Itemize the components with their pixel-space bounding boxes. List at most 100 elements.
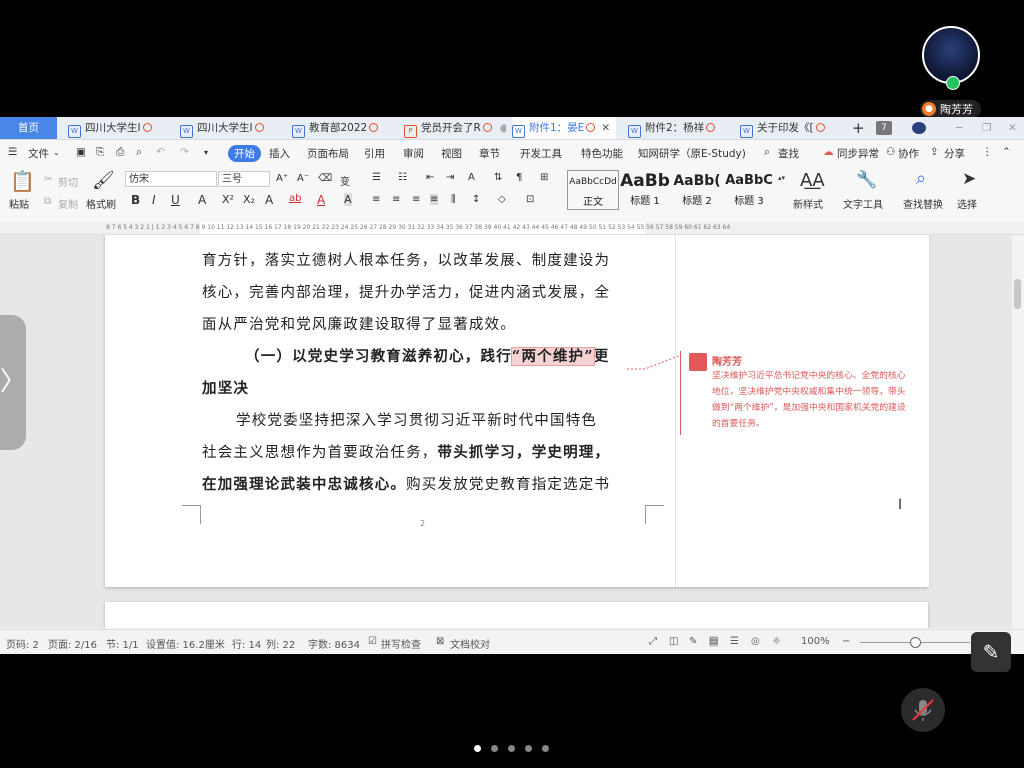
print-preview-icon[interactable]: ⌕ xyxy=(136,146,142,159)
font-size-select[interactable]: 三号 xyxy=(218,171,270,187)
style-heading-1[interactable]: AaBb 标题 1 xyxy=(620,170,670,210)
style-heading-3[interactable]: AaBbC 标题 3 xyxy=(724,170,774,210)
tab-doc-4[interactable]: P 党员开会了R ● xyxy=(404,117,506,139)
cut-icon[interactable]: ✂ xyxy=(44,174,52,185)
proofread-icon[interactable]: ⊠ xyxy=(436,636,444,647)
text-effect-icon[interactable]: A xyxy=(265,193,273,207)
status-pages[interactable]: 页面: 2/16 xyxy=(48,636,97,651)
decrease-indent-icon[interactable]: ⇤ xyxy=(426,172,434,183)
menu-chapter[interactable]: 章节 xyxy=(479,146,500,161)
menu-page-layout[interactable]: 页面布局 xyxy=(307,146,349,161)
distribute-icon[interactable]: ⫼ xyxy=(451,194,456,205)
paragraph-marks-icon[interactable]: ¶ xyxy=(516,172,522,183)
menu-references[interactable]: 引用 xyxy=(364,146,385,161)
tab-pin-icon[interactable]: ● xyxy=(500,122,506,134)
cut-button[interactable]: 剪切 xyxy=(58,174,78,189)
number-list-icon[interactable]: ☷ xyxy=(398,172,407,183)
write-mode-icon[interactable]: ✎ xyxy=(689,636,697,647)
more-icon[interactable]: ⋮ xyxy=(982,146,993,158)
outline-view-icon[interactable]: ☰ xyxy=(730,636,739,647)
next-document-page[interactable] xyxy=(105,602,928,628)
font-family-select[interactable]: 仿宋 xyxy=(125,171,217,187)
web-view-icon[interactable]: ◎ xyxy=(751,636,760,647)
tab-doc-3[interactable]: W 教育部2022 xyxy=(292,117,394,139)
hamburger-icon[interactable]: ☰ xyxy=(8,146,17,158)
undo-icon[interactable]: ↶ xyxy=(156,146,165,158)
search-icon[interactable]: ⌕ xyxy=(764,146,770,159)
save-icon[interactable]: ▣ xyxy=(76,146,86,158)
paste-button[interactable]: 粘贴 xyxy=(9,196,29,211)
menu-file[interactable]: 文件 xyxy=(28,146,49,161)
border-icon[interactable]: ⊡ xyxy=(526,194,534,205)
font-color-icon[interactable]: A xyxy=(317,193,325,207)
grow-font-icon[interactable]: A⁺ xyxy=(276,173,288,184)
tab-doc-5-active[interactable]: W 附件1：晏E ✕ xyxy=(512,117,616,139)
find-replace-icon[interactable]: ⌕ xyxy=(916,168,926,189)
spellcheck-button[interactable]: 拼写检查 xyxy=(381,636,421,651)
zoom-slider-thumb[interactable] xyxy=(910,637,921,648)
tab-home[interactable]: 首页 xyxy=(0,117,57,139)
menu-developer[interactable]: 开发工具 xyxy=(520,146,562,161)
page-dot[interactable] xyxy=(525,745,532,752)
spellcheck-icon[interactable]: ☑ xyxy=(368,636,377,647)
cloud-sync-icon[interactable]: ☁ xyxy=(823,146,834,158)
line-spacing-icon[interactable]: ↕ xyxy=(472,194,480,205)
read-mode-icon[interactable]: ◫ xyxy=(669,636,678,647)
increase-indent-icon[interactable]: ⇥ xyxy=(446,172,454,183)
copy-icon[interactable]: ⧉ xyxy=(44,196,51,207)
superscript-icon[interactable]: X² xyxy=(222,193,234,206)
fullscreen-icon[interactable]: ⤢ xyxy=(649,636,657,647)
menu-insert[interactable]: 插入 xyxy=(269,146,290,161)
proofread-button[interactable]: 文档校对 xyxy=(450,636,490,651)
bold-icon[interactable]: B xyxy=(131,193,140,207)
page-dot[interactable] xyxy=(508,745,515,752)
collapse-ribbon-icon[interactable]: ⌃ xyxy=(1002,146,1011,158)
restore-icon[interactable]: ❐ xyxy=(982,117,994,139)
bullet-list-icon[interactable]: ☰ xyxy=(372,172,381,183)
redo-icon[interactable]: ↷ xyxy=(180,146,189,158)
subscript-icon[interactable]: X₂ xyxy=(243,193,255,206)
horizontal-ruler[interactable]: 8 7 6 5 4 3 2 1 | 1 2 3 4 5 6 7 8 9 10 1… xyxy=(0,222,1024,235)
find-replace-button[interactable]: 查找替换 xyxy=(903,196,943,211)
tab-doc-1[interactable]: W 四川大学生I xyxy=(68,117,170,139)
close-tab-icon[interactable]: ✕ xyxy=(601,122,610,134)
menu-features[interactable]: 特色功能 xyxy=(581,146,623,161)
chevron-down-icon[interactable]: ⌄ xyxy=(53,148,60,157)
menu-review[interactable]: 审阅 xyxy=(403,146,424,161)
underline-icon[interactable]: U xyxy=(171,193,180,207)
chinese-layout-icon[interactable]: A xyxy=(468,172,475,183)
menu-view[interactable]: 视图 xyxy=(441,146,462,161)
menu-home-tab[interactable]: 开始 xyxy=(228,145,261,162)
status-page-code[interactable]: 页码: 2 xyxy=(6,636,39,651)
menu-share[interactable]: 分享 xyxy=(944,146,965,161)
clear-format-icon[interactable]: ⌫ xyxy=(318,173,332,184)
tab-doc-2[interactable]: W 四川大学生I xyxy=(180,117,282,139)
tab-doc-7[interactable]: W 关于印发《[ xyxy=(740,117,844,139)
menu-estudy[interactable]: 知网研学（原E-Study) xyxy=(638,146,746,161)
comment-card[interactable]: 陶芳芳 坚决维护习近平总书记党中央的核心、全党的核心 地位，坚决维护党中央权威和… xyxy=(680,351,921,435)
annotate-button[interactable]: ✎ xyxy=(971,632,1011,672)
document-page[interactable]: 育方针，落实立德树人根本任务，以改革发展、制度建设为 核心，完善内部治理，提升办… xyxy=(105,235,929,587)
new-style-icon[interactable]: A͟A xyxy=(800,170,825,191)
eye-protect-icon[interactable]: ☼ xyxy=(772,636,781,647)
select-button[interactable]: 选择 xyxy=(957,196,977,211)
align-right-icon[interactable]: ≡ xyxy=(412,194,420,205)
phonetic-icon[interactable]: 变 xyxy=(340,173,350,188)
align-center-icon[interactable]: ≡ xyxy=(392,194,400,205)
commented-text-highlight[interactable]: “两个维护” xyxy=(510,347,595,366)
italic-icon[interactable]: I xyxy=(152,193,156,207)
shading-icon[interactable]: ◇ xyxy=(498,194,506,205)
format-painter-icon[interactable]: 🖌 xyxy=(92,170,115,191)
shrink-font-icon[interactable]: A⁻ xyxy=(297,173,309,184)
new-style-button[interactable]: 新样式 xyxy=(793,196,823,211)
collaborate-icon[interactable]: ⚇ xyxy=(886,146,895,158)
page-indicator-dots[interactable] xyxy=(474,742,559,755)
char-shading-icon[interactable]: A xyxy=(344,193,352,206)
print-icon[interactable]: ⎙ xyxy=(116,146,124,159)
close-window-icon[interactable]: ✕ xyxy=(1008,117,1020,139)
style-normal[interactable]: AaBbCcDd 正文 xyxy=(567,170,619,210)
sync-status[interactable]: 同步异常 xyxy=(837,146,879,161)
text-tools-button[interactable]: 文字工具 xyxy=(843,196,883,211)
wrench-icon[interactable]: 🔧 xyxy=(856,170,877,190)
vertical-scrollbar[interactable] xyxy=(1012,235,1024,628)
